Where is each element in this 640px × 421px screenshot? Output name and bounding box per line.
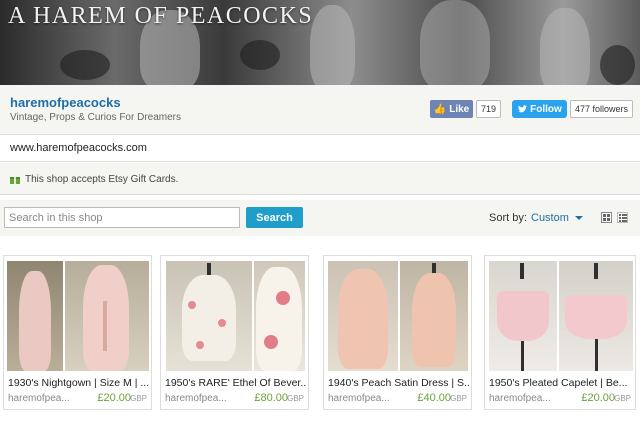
listing-photo[interactable] [400,261,468,371]
listing-photo[interactable] [559,261,633,371]
like-label: Like [449,103,470,115]
listing-shop-name[interactable]: haremofpea... [8,393,70,404]
listing-card[interactable]: 1950's Pleated Capelet | Be... haremofpe… [484,255,636,410]
sort-label: Sort by: [489,212,527,224]
shop-banner: A HAREM OF PEACOCKS [0,0,640,85]
follow-label: Follow [530,103,562,115]
search-sort-bar: Search Sort by: Custom [0,200,640,236]
listing-photo[interactable] [65,261,149,371]
follower-count: 477 followers [570,100,634,118]
listing-shop-name[interactable]: haremofpea... [489,393,551,404]
listing-photo[interactable] [7,261,63,371]
listing-price: £20.00 [97,392,131,404]
facebook-like-button[interactable]: 👍 Like [430,100,473,118]
shop-search-input[interactable] [4,207,240,228]
listing-price: £20.00 [581,392,615,404]
search-button[interactable]: Search [246,207,303,228]
listing-title[interactable]: 1950's RARE' Ethel Of Bever... [165,377,306,389]
gift-card-notice: This shop accepts Etsy Gift Cards. [0,163,640,195]
twitter-follow-button[interactable]: Follow [512,100,567,118]
listing-shop-name[interactable]: haremofpea... [165,393,227,404]
shop-name-link[interactable]: haremofpeacocks [10,95,121,110]
listing-card[interactable]: 1940's Peach Satin Dress | S... haremofp… [323,255,472,410]
listing-photo[interactable] [254,261,305,371]
gift-icon [10,177,20,184]
listing-price: £40.00 [417,392,451,404]
listing-card[interactable]: 1950's RARE' Ethel Of Bever... haremofpe… [160,255,309,410]
list-view-icon[interactable] [617,212,628,223]
shop-header: haremofpeacocks Vintage, Props & Curios … [0,85,640,135]
grid-view-icon[interactable] [601,212,612,223]
listing-price: £80.00 [254,392,288,404]
listing-card[interactable]: 1930's Nightgown | Size M | ... haremofp… [3,255,152,410]
listing-shop-name[interactable]: haremofpea... [328,393,390,404]
banner-title: A HAREM OF PEACOCKS [8,3,314,29]
listing-currency: GBP [130,394,147,403]
shop-url-bar: www.haremofpeacocks.com [0,135,640,162]
listing-currency: GBP [450,394,467,403]
gift-card-text: This shop accepts Etsy Gift Cards. [25,174,179,185]
chevron-down-icon[interactable] [575,216,583,220]
sort-dropdown[interactable]: Custom [531,212,569,224]
shop-tagline: Vintage, Props & Curios For Dreamers [10,112,181,123]
listing-currency: GBP [287,394,304,403]
listing-currency: GBP [614,394,631,403]
twitter-bird-icon [518,104,528,112]
listing-photo[interactable] [328,261,398,371]
listing-title[interactable]: 1930's Nightgown | Size M | ... [8,377,149,389]
listing-title[interactable]: 1940's Peach Satin Dress | S... [328,377,469,389]
listing-photo[interactable] [489,261,557,371]
shop-website-link[interactable]: www.haremofpeacocks.com [10,142,147,154]
thumbs-up-icon: 👍 [433,103,447,115]
like-count: 719 [476,100,502,118]
listing-title[interactable]: 1950's Pleated Capelet | Be... [489,377,630,389]
listing-photo[interactable] [166,261,252,371]
